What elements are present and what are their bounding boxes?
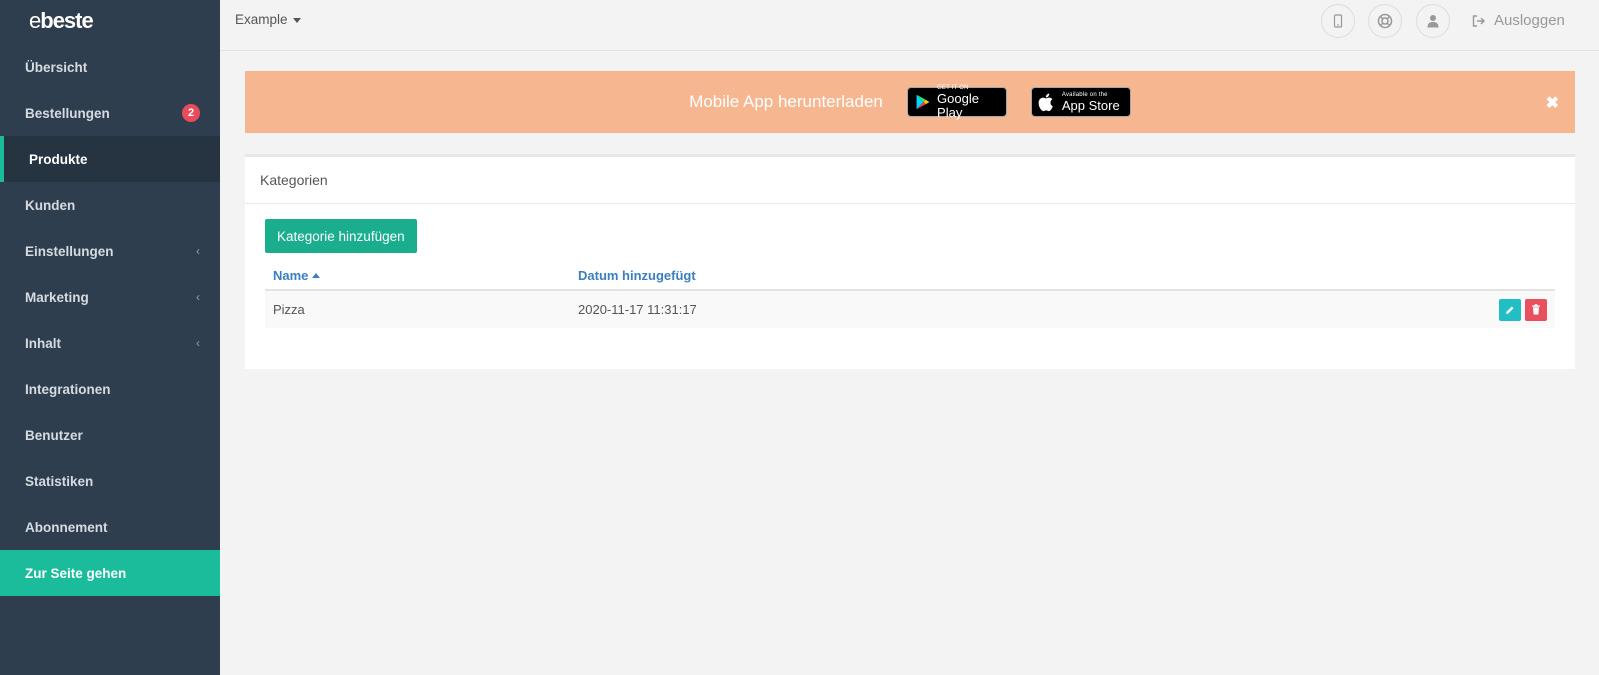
sidebar-item-abonnement[interactable]: Abonnement <box>0 504 220 550</box>
sidebar-item-label: Statistiken <box>25 473 94 489</box>
sort-by-date-header[interactable]: Datum hinzugefügt <box>578 268 1555 283</box>
sidebar-item-label: Integrationen <box>25 381 111 397</box>
chevron-left-icon: ‹ <box>196 336 200 350</box>
sidebar-item-statistiken[interactable]: Statistiken <box>0 458 220 504</box>
support-button[interactable] <box>1368 4 1402 38</box>
site-selector-label: Example <box>235 12 288 27</box>
app-store-badge[interactable]: Available on the App Store <box>1030 87 1131 117</box>
sidebar-item-uebersicht[interactable]: Übersicht <box>0 44 220 90</box>
sidebar: ebeste Übersicht Bestellungen 2 Produkte… <box>0 0 220 675</box>
logout-label: Ausloggen <box>1494 12 1565 29</box>
sidebar-item-inhalt[interactable]: Inhalt ‹ <box>0 320 220 366</box>
brand-logo[interactable]: ebeste <box>0 0 220 44</box>
topbar: Example Ausloggen <box>220 0 1599 51</box>
site-selector-dropdown[interactable]: Example <box>235 12 301 27</box>
chevron-left-icon: ‹ <box>196 290 200 304</box>
user-icon <box>1427 15 1439 28</box>
google-play-big-text: Google Play <box>937 90 979 120</box>
delete-button[interactable] <box>1525 298 1547 321</box>
row-actions <box>1499 298 1555 321</box>
google-play-badge[interactable]: GET IT ON Google Play <box>906 85 1007 120</box>
sidebar-item-label: Einstellungen <box>25 243 114 259</box>
mobile-app-banner: Mobile App herunterladen GET IT ON Googl… <box>245 71 1575 133</box>
sidebar-item-kunden[interactable]: Kunden <box>0 182 220 228</box>
categories-panel: Kategorien Kategorie hinzufügen Name Dat… <box>245 154 1575 369</box>
category-date-cell: 2020-11-17 11:31:17 <box>578 302 697 317</box>
sidebar-item-bestellungen[interactable]: Bestellungen 2 <box>0 90 220 136</box>
chevron-left-icon: ‹ <box>196 244 200 258</box>
sidebar-item-marketing[interactable]: Marketing ‹ <box>0 274 220 320</box>
mobile-app-button[interactable] <box>1321 4 1355 38</box>
close-icon[interactable]: ✖ <box>1546 93 1559 113</box>
app-store-big-text: App Store <box>1061 97 1120 113</box>
sort-ascending-icon <box>312 272 321 278</box>
edit-button[interactable] <box>1499 298 1521 321</box>
sidebar-item-integrationen[interactable]: Integrationen <box>0 366 220 412</box>
logout-icon <box>1472 14 1485 27</box>
orders-count-badge: 2 <box>182 104 200 122</box>
column-header-name: Name <box>273 267 309 283</box>
banner-text: Mobile App herunterladen <box>689 92 883 111</box>
mobile-icon <box>1333 14 1343 28</box>
sidebar-item-zur-seite-gehen[interactable]: Zur Seite gehen <box>0 550 220 596</box>
trash-icon <box>1532 304 1540 315</box>
logo-e: e <box>29 8 41 33</box>
sort-by-name-header[interactable]: Name <box>265 268 578 283</box>
sidebar-item-label: Übersicht <box>25 59 88 75</box>
support-icon <box>1377 13 1393 29</box>
sidebar-item-produkte[interactable]: Produkte <box>0 136 220 182</box>
sidebar-item-label: Produkte <box>29 151 88 167</box>
table-header: Name Datum hinzugefügt <box>265 261 1555 291</box>
table-row: Pizza 2020-11-17 11:31:17 <box>265 291 1555 328</box>
logo-rest: beste <box>40 8 93 33</box>
google-play-icon <box>916 94 930 110</box>
sidebar-item-label: Bestellungen <box>25 105 110 121</box>
sidebar-item-label: Marketing <box>25 289 89 305</box>
caret-down-icon <box>292 17 301 23</box>
sidebar-item-einstellungen[interactable]: Einstellungen ‹ <box>0 228 220 274</box>
logout-button[interactable]: Ausloggen <box>1472 12 1565 29</box>
sidebar-item-label: Abonnement <box>25 519 108 535</box>
panel-header: Kategorien <box>245 157 1575 204</box>
apple-icon <box>1038 93 1053 112</box>
sidebar-item-label: Zur Seite gehen <box>25 565 127 581</box>
categories-table: Name Datum hinzugefügt Pizza 2020-11-17 … <box>265 261 1555 328</box>
pencil-icon <box>1506 306 1514 314</box>
profile-button[interactable] <box>1416 4 1450 38</box>
column-header-date: Datum hinzugefügt <box>578 267 696 283</box>
add-category-button[interactable]: Kategorie hinzufügen <box>265 219 417 253</box>
sidebar-item-label: Kunden <box>25 197 76 213</box>
sidebar-item-label: Inhalt <box>25 335 61 351</box>
category-name-cell: Pizza <box>273 302 305 317</box>
panel-title: Kategorien <box>260 172 328 188</box>
sidebar-item-benutzer[interactable]: Benutzer <box>0 412 220 458</box>
sidebar-item-label: Benutzer <box>25 427 83 443</box>
sidebar-nav: Übersicht Bestellungen 2 Produkte Kunden… <box>0 44 220 596</box>
